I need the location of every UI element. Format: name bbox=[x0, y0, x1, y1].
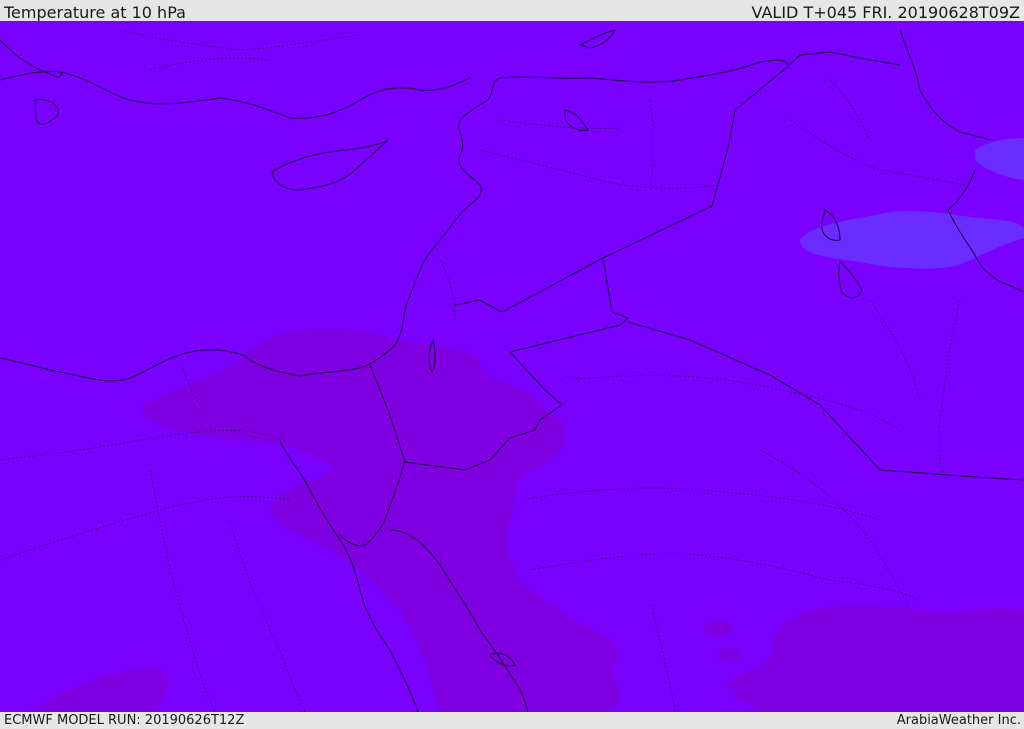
map-svg bbox=[0, 21, 1024, 712]
map-footer: ECMWF MODEL RUN: 20190626T12Z ArabiaWeat… bbox=[0, 712, 1024, 729]
warm-spot-1 bbox=[704, 621, 732, 637]
credit-text: ArabiaWeather Inc. bbox=[896, 713, 1021, 728]
map-title: Temperature at 10 hPa bbox=[4, 3, 186, 22]
map-header: Temperature at 10 hPa VALID T+045 FRI. 2… bbox=[0, 0, 1024, 22]
warm-spot-2 bbox=[718, 648, 742, 662]
map-canvas[interactable] bbox=[0, 21, 1024, 712]
model-run: ECMWF MODEL RUN: 20190626T12Z bbox=[4, 713, 245, 728]
valid-time: VALID T+045 FRI. 20190628T09Z bbox=[751, 3, 1020, 22]
